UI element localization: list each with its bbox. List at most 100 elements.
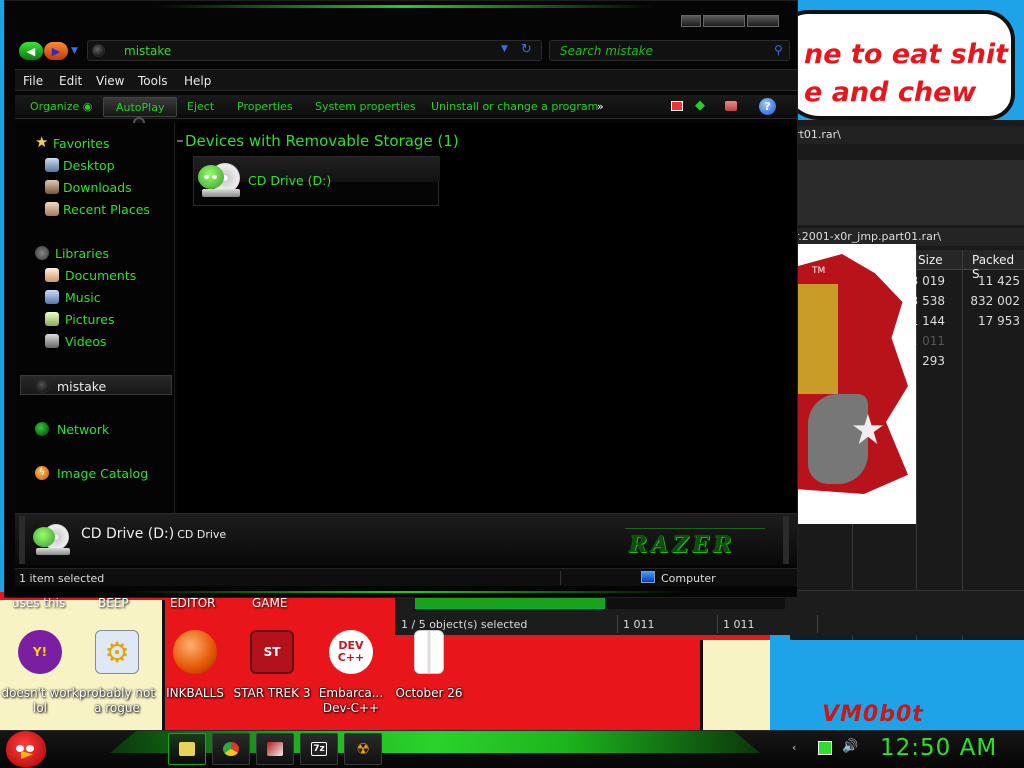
explorer-window[interactable]: ◀ ▶ ▼ mistake ▼ ↻ Search mistake ⚲ File …	[4, 0, 798, 598]
tray-app-icon[interactable]	[818, 741, 832, 755]
menu-bar: File Edit View Tools Help	[15, 69, 797, 91]
explorer-folder-icon	[179, 742, 195, 756]
navigation-bar: ◀ ▶ ▼ mistake ▼ ↻ Search mistake ⚲	[15, 39, 795, 63]
minimize-button[interactable]	[681, 15, 701, 27]
eject-button[interactable]: Eject	[187, 100, 214, 113]
sidebar-item-favorites[interactable]: ★ Favorites	[15, 133, 175, 153]
file-list-area[interactable]: Devices with Removable Storage (1) CD Dr…	[177, 123, 797, 513]
music-icon	[45, 290, 59, 304]
menu-edit[interactable]: Edit	[59, 74, 82, 88]
taskbar-button-radiation[interactable]: ☢	[344, 733, 382, 765]
taskbar-clock[interactable]: 12:50 AM	[880, 735, 997, 761]
taskbar-button-explorer[interactable]	[168, 733, 206, 765]
search-icon[interactable]: ⚲	[774, 43, 783, 57]
menu-tools[interactable]: Tools	[138, 74, 168, 88]
desktop-icon-october-26[interactable]: October 26	[389, 630, 469, 701]
desktop-icon-gears[interactable]: ⚙ probably not a rogue	[77, 630, 157, 716]
sidebar-item-pictures[interactable]: Pictures	[15, 309, 175, 329]
window-controls	[681, 15, 781, 29]
recent-pages-dropdown[interactable]: ▼	[71, 46, 78, 56]
selected-item-type: CD Drive	[177, 528, 227, 541]
search-box[interactable]: Search mistake ⚲	[549, 40, 790, 61]
desktop-icon-label: doesn't work lol	[1, 686, 79, 715]
sidebar-item-desktop[interactable]: Desktop	[15, 155, 175, 175]
sidebar-item-label: Network	[57, 422, 110, 437]
properties-button[interactable]: Properties	[237, 100, 293, 113]
volume-icon[interactable]: 🔊	[842, 739, 858, 754]
system-properties-button[interactable]: System properties	[315, 100, 416, 113]
row-packed: 17 953	[978, 314, 1020, 328]
taskbar-button-7zip[interactable]: 7z	[300, 733, 338, 765]
search-input[interactable]: Search mistake	[560, 44, 653, 58]
sidebar-item-mistake[interactable]: mistake	[20, 375, 172, 395]
view-dropdown-icon[interactable]: ◆	[695, 98, 705, 113]
show-hidden-icons-icon[interactable]: ‹	[792, 741, 806, 755]
desktop-label[interactable]: uses this	[12, 596, 65, 610]
help-icon[interactable]: ?	[759, 98, 776, 115]
arrow-right-icon: ▶	[51, 44, 61, 58]
desktop-label[interactable]: EDITOR	[170, 596, 215, 610]
start-button[interactable]	[6, 731, 46, 767]
documents-icon	[45, 268, 59, 282]
close-button[interactable]	[747, 15, 779, 27]
archiver-path-bar[interactable]: rt01.rar\	[790, 126, 1024, 144]
view-options-icon[interactable]	[671, 101, 683, 111]
cd-drive-item[interactable]: CD Drive (D:)	[193, 156, 440, 206]
taskbar-button-image-viewer[interactable]	[256, 733, 294, 765]
maximize-button[interactable]	[703, 15, 745, 27]
group-header[interactable]: Devices with Removable Storage (1)	[185, 132, 459, 150]
selected-item-title: CD Drive (D:)	[81, 526, 175, 542]
gears-icon: ⚙	[95, 630, 139, 674]
wallpaper-signature: VM0b0t	[822, 702, 924, 727]
sidebar-item-label: Desktop	[63, 158, 115, 173]
command-bar: Organize ◉ AutoPlay Eject Properties Sys…	[15, 95, 797, 119]
dev-cpp-icon: DEV C++	[329, 630, 373, 674]
sidebar-item-documents[interactable]: Documents	[15, 265, 175, 285]
menu-view[interactable]: View	[96, 74, 124, 88]
address-bar[interactable]: mistake ▼ ↻	[87, 40, 542, 61]
back-button[interactable]: ◀	[19, 42, 43, 60]
autoplay-button[interactable]: AutoPlay	[103, 97, 178, 117]
more-commands-button[interactable]: »	[597, 100, 604, 113]
downloads-icon	[45, 180, 59, 194]
sidebar-item-network[interactable]: Network	[15, 419, 175, 439]
group-collapse-icon[interactable]	[177, 140, 183, 142]
menu-file[interactable]: File	[23, 74, 43, 88]
uninstall-program-button[interactable]: Uninstall or change a program	[431, 100, 598, 113]
location-orb-icon	[92, 44, 105, 57]
address-dropdown-icon[interactable]: ▼	[501, 44, 508, 54]
forward-button[interactable]: ▶	[44, 42, 68, 60]
image-viewer-icon	[267, 742, 283, 756]
computer-icon	[641, 571, 655, 583]
dropdown-dot-icon: ◉	[82, 100, 93, 113]
computer-orb-icon	[36, 379, 50, 393]
sidebar-item-label: Documents	[65, 268, 137, 283]
organize-button[interactable]: Organize ◉	[30, 100, 92, 113]
desktop-icon-dev-cpp[interactable]: DEV C++ Embarca... Dev-C++	[311, 630, 391, 716]
desktop-label[interactable]: GAME	[252, 596, 287, 610]
sidebar-item-downloads[interactable]: Downloads	[15, 177, 175, 197]
sidebar-item-image-catalog[interactable]: ϟ Image Catalog	[15, 463, 175, 483]
sidebar-item-videos[interactable]: Videos	[15, 331, 175, 351]
column-size[interactable]: Size	[918, 253, 943, 267]
sidebar-item-label: mistake	[57, 379, 107, 394]
selected-item-name: CD Drive (D:) CD Drive	[81, 526, 226, 542]
menu-help[interactable]: Help	[184, 74, 211, 88]
sidebar-item-recent-places[interactable]: Recent Places	[15, 199, 175, 219]
archiver-status-packed: 1 011	[723, 618, 755, 631]
videos-icon	[45, 334, 59, 348]
desktop-icon-yahoo[interactable]: Y! doesn't work lol	[0, 630, 80, 716]
desktop-icon	[45, 158, 59, 172]
sidebar-item-label: Recent Places	[63, 202, 150, 217]
desktop-icon-star-trek[interactable]: ST STAR TREK 3	[232, 630, 312, 701]
taskbar-button-chrome[interactable]	[212, 733, 250, 765]
preview-pane-icon[interactable]	[725, 101, 737, 111]
organize-label: Organize	[30, 100, 80, 113]
sidebar-item-libraries[interactable]: Libraries	[15, 243, 175, 263]
taskbar: 7z ☢ ‹ 🔊 12:50 AM	[0, 730, 1024, 768]
row-packed: 832 002	[970, 294, 1020, 308]
refresh-icon[interactable]: ↻	[521, 42, 532, 57]
desktop-icon-inkballs[interactable]: INKBALLS	[155, 630, 235, 701]
desktop-label[interactable]: BEEP	[98, 596, 129, 610]
sidebar-item-music[interactable]: Music	[15, 287, 175, 307]
